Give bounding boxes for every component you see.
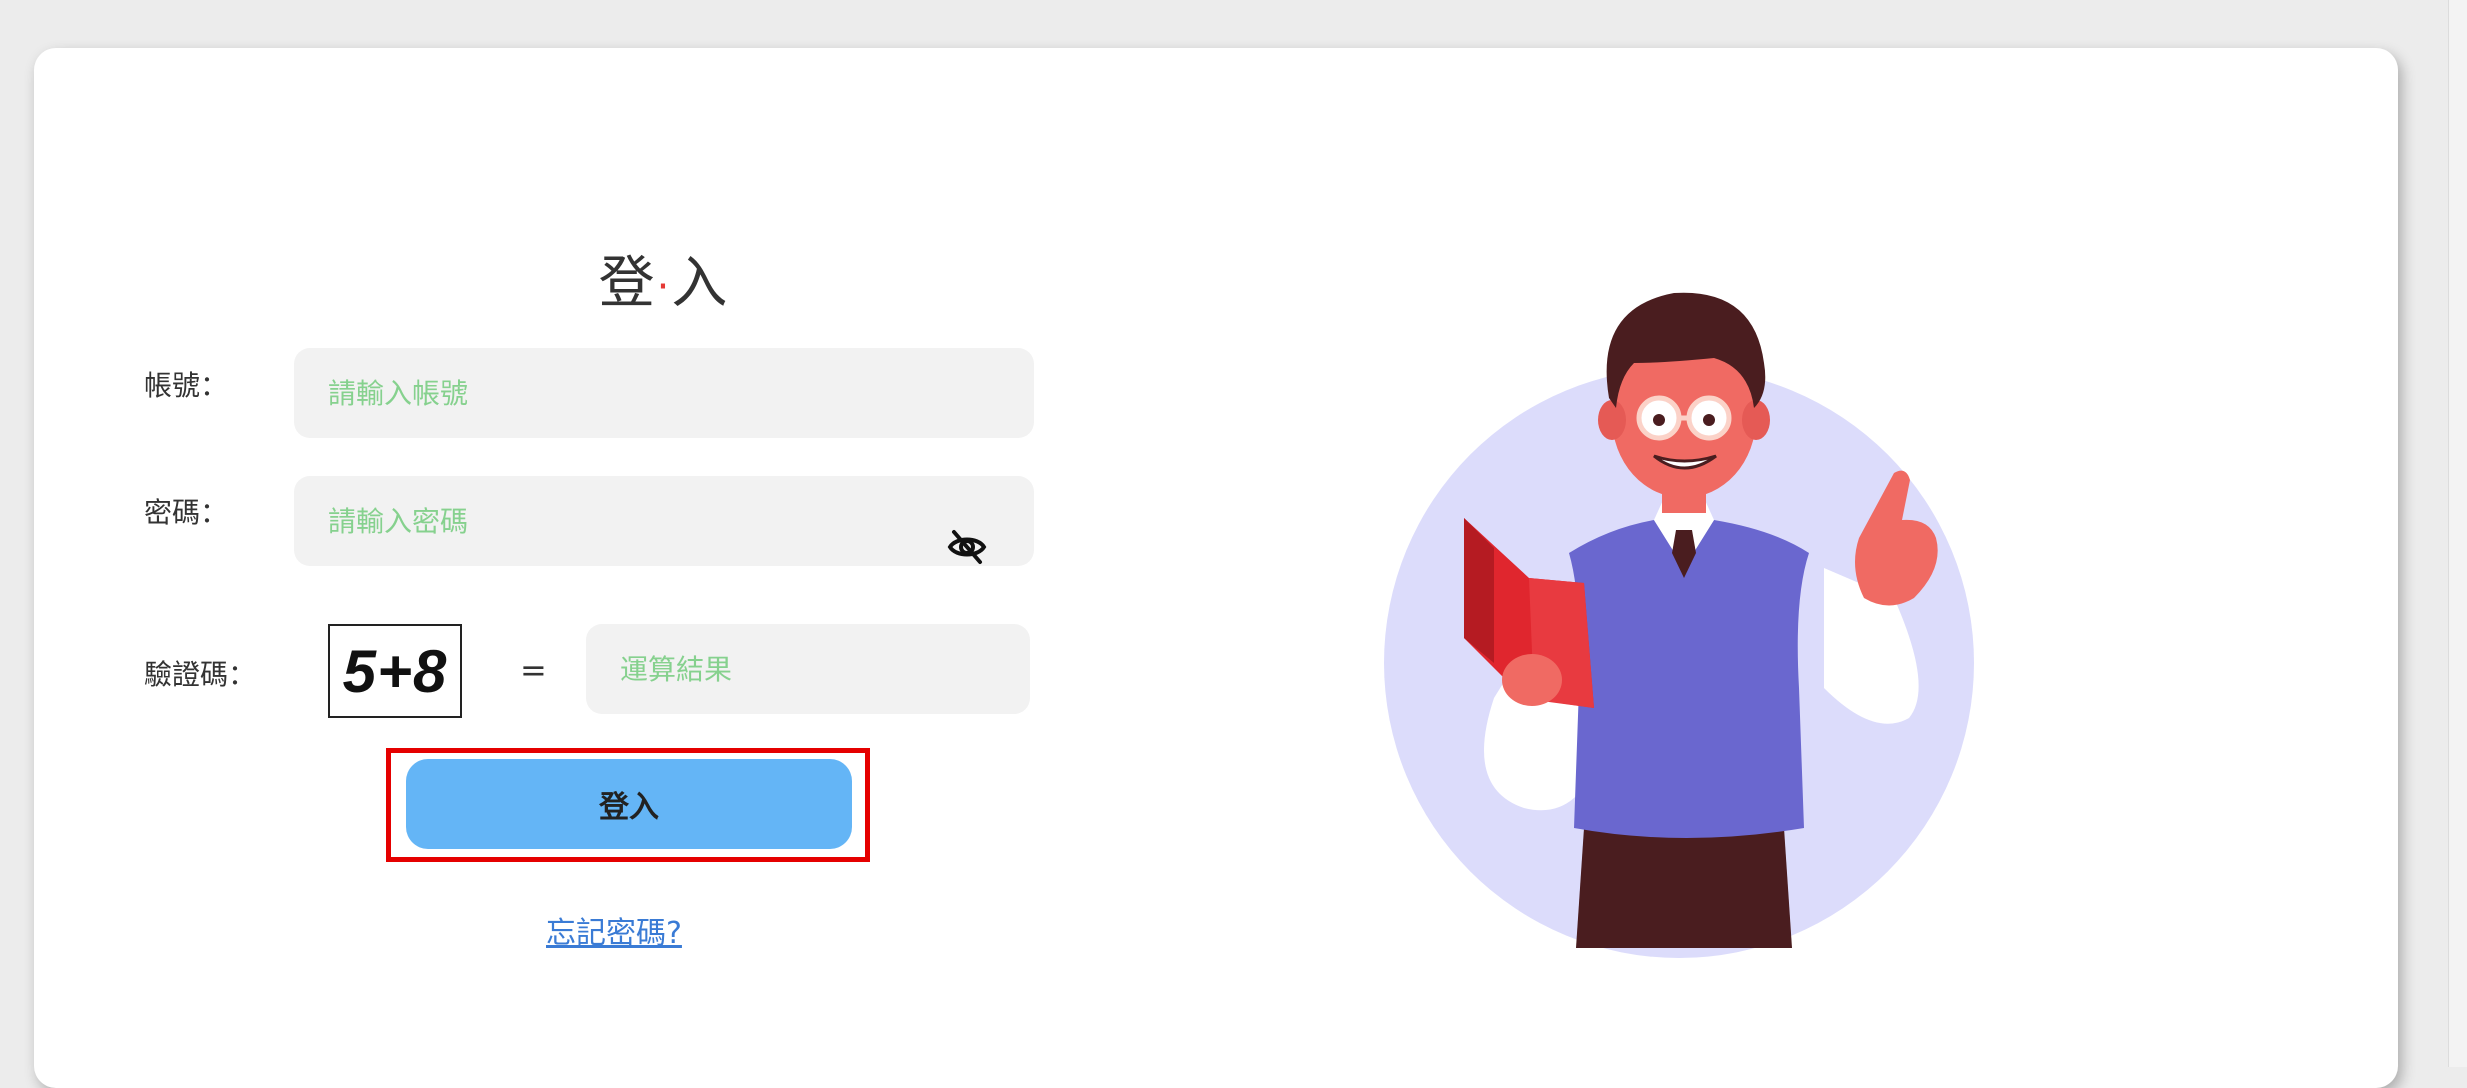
captcha-answer-input[interactable] xyxy=(586,624,1030,714)
title-part-1: 登 xyxy=(598,251,657,316)
login-button[interactable]: 登入 xyxy=(406,759,852,849)
captcha-image: 5+8 xyxy=(328,624,462,718)
forgot-password-link[interactable]: 忘記密碼? xyxy=(546,908,682,952)
eye-slash-icon[interactable] xyxy=(946,526,988,568)
window-edge xyxy=(2448,0,2467,1067)
title-part-2: 入 xyxy=(671,251,730,316)
teacher-illustration xyxy=(1354,268,1994,968)
page-title: 登·入 xyxy=(534,238,794,319)
password-label: 密碼： xyxy=(144,496,229,529)
account-label: 帳號： xyxy=(144,369,229,402)
login-card: 登·入 帳號： 密碼： 驗證碼： 5+8 = 登入 忘記密碼? xyxy=(34,48,2398,1088)
equals-sign: = xyxy=(520,651,547,689)
account-input[interactable] xyxy=(294,348,1034,438)
password-input[interactable] xyxy=(294,476,1034,566)
captcha-label: 驗證碼： xyxy=(144,658,257,691)
title-dot: · xyxy=(656,263,672,310)
